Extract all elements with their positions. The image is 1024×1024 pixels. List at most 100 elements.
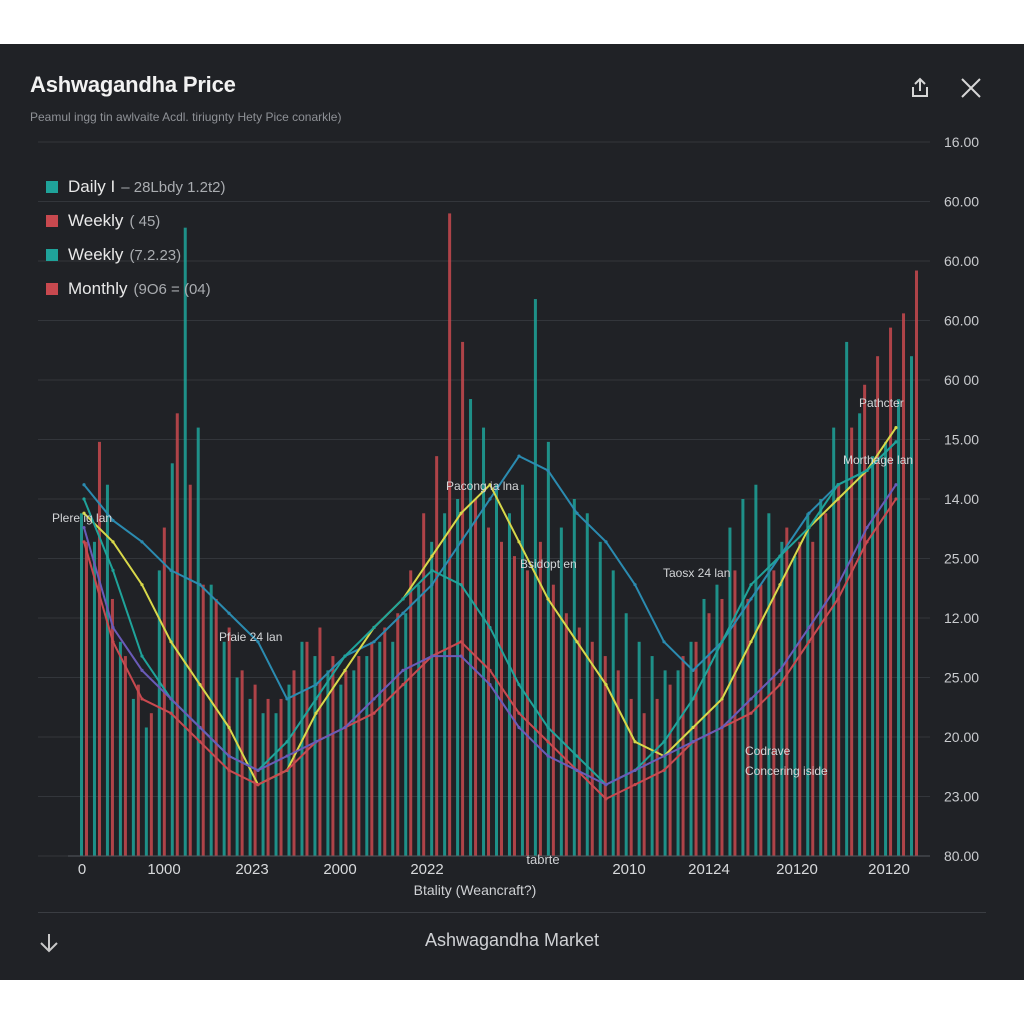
series-point: [662, 754, 666, 758]
series-point: [198, 683, 202, 687]
bar-teal: [235, 677, 239, 856]
series-point: [691, 740, 695, 744]
series-point: [169, 711, 173, 715]
x-tick-label: 0: [78, 861, 86, 878]
legend-item[interactable]: Weekly ( 45): [46, 204, 225, 238]
legend-item[interactable]: Daily I – 28Lbdy 1.2t2): [46, 170, 225, 204]
bar-red: [772, 570, 776, 856]
series-point: [894, 497, 898, 501]
series-point: [256, 783, 260, 787]
series-point: [691, 697, 695, 701]
series-point: [430, 554, 434, 558]
bar-red: [668, 684, 672, 856]
series-point: [517, 711, 521, 715]
bar-red: [694, 641, 698, 856]
series-point: [807, 625, 811, 630]
bar-teal: [365, 656, 369, 856]
series-point: [140, 540, 144, 544]
series-point: [778, 554, 782, 558]
legend-note: – 28Lbdy 1.2t2): [121, 178, 226, 196]
bar-teal: [170, 463, 174, 856]
bar-teal: [456, 499, 460, 856]
bar-red: [590, 641, 594, 856]
bar-red: [474, 499, 478, 856]
x-axis-annotation: tabrte: [526, 852, 559, 867]
chart-annotation: Pathcter: [859, 396, 904, 410]
series-point: [778, 583, 782, 587]
series-point: [488, 668, 492, 672]
bar-red: [279, 698, 283, 856]
series-point: [894, 426, 898, 430]
series-point: [865, 468, 869, 473]
bar-teal: [105, 484, 109, 856]
bar-red: [175, 413, 179, 856]
series-point: [865, 525, 869, 530]
series-point: [633, 783, 637, 787]
bar-red: [149, 713, 153, 856]
series-point: [546, 740, 550, 744]
series-point: [111, 568, 115, 573]
series-point: [401, 668, 405, 672]
bar-teal: [780, 541, 784, 856]
series-point: [430, 654, 434, 658]
y-tick-label: 60.00: [944, 194, 979, 210]
bar-red: [123, 656, 127, 856]
series-point: [633, 768, 637, 772]
bar-teal: [507, 513, 511, 856]
bar-red: [461, 341, 465, 856]
bar-red: [136, 684, 140, 856]
series-point: [604, 683, 608, 687]
bar-red: [642, 713, 646, 856]
series-point: [372, 711, 376, 715]
y-tick-label: 14.00: [944, 491, 979, 507]
bar-teal: [339, 684, 343, 856]
bar-teal: [637, 641, 641, 856]
series-point: [633, 583, 637, 587]
series-point: [662, 640, 666, 644]
bar-red: [681, 656, 685, 856]
series-point: [691, 668, 695, 672]
bar-teal: [793, 556, 797, 856]
x-tick-label: 2000: [323, 861, 356, 878]
series-point: [546, 725, 550, 730]
legend-swatch: [46, 283, 58, 295]
series-point: [111, 540, 115, 544]
chart-annotation: Pacong ia lna: [446, 479, 519, 493]
bar-red: [616, 670, 620, 856]
x-tick-label: 1000: [147, 861, 180, 878]
y-tick-label: 23.00: [944, 789, 979, 805]
x-tick-label: 20120: [868, 861, 910, 878]
bar-red: [629, 698, 633, 856]
bar-red: [409, 570, 413, 856]
bar-red: [266, 698, 270, 856]
bar-teal: [118, 641, 122, 856]
series-point: [459, 654, 463, 658]
series-point: [662, 740, 666, 744]
series-point: [285, 740, 289, 744]
series-point: [285, 697, 289, 701]
series-point: [517, 454, 521, 458]
bar-teal: [144, 727, 148, 856]
bar-teal: [650, 656, 654, 856]
bar-teal: [611, 570, 615, 856]
bar-red: [798, 541, 802, 856]
bar-teal: [572, 499, 576, 856]
y-tick-label: 60 00: [944, 372, 979, 388]
legend-item[interactable]: Monthly (9O6 = (04): [46, 272, 225, 306]
series-point: [517, 725, 521, 730]
series-point: [198, 583, 202, 587]
series-point: [314, 740, 318, 744]
series-point: [517, 540, 521, 544]
bar-teal: [845, 341, 849, 856]
series-point: [430, 583, 434, 587]
bar-teal: [404, 613, 408, 856]
series-point: [778, 668, 782, 672]
bar-red: [655, 698, 659, 856]
legend-swatch: [46, 249, 58, 261]
bar-teal: [897, 399, 901, 856]
bar-red: [201, 584, 205, 856]
legend-note: (9O6 = (04): [133, 280, 211, 298]
bar-teal: [598, 541, 602, 856]
legend-item[interactable]: Weekly (7.2.23): [46, 238, 225, 272]
series-point: [749, 697, 753, 701]
